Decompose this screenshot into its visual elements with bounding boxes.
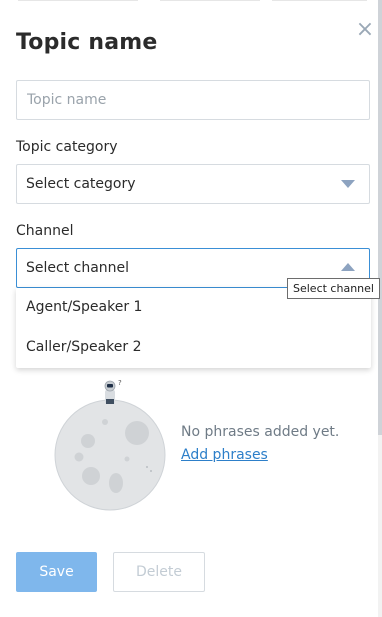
chevron-down-icon	[341, 180, 355, 188]
channel-tooltip: Select channel	[287, 278, 380, 299]
channel-option-label: Agent/Speaker 1	[26, 299, 143, 315]
scrollbar[interactable]	[378, 0, 382, 617]
close-icon[interactable]: ×	[355, 19, 375, 41]
scrollbar-thumb[interactable]	[378, 0, 382, 435]
channel-option-label: Caller/Speaker 2	[26, 339, 142, 355]
svg-text:?: ?	[118, 379, 122, 387]
category-select-value: Select category	[26, 176, 136, 192]
chevron-up-icon	[341, 263, 355, 271]
moon-astronaut-illustration: ?	[54, 379, 166, 511]
category-label: Topic category	[16, 139, 118, 155]
delete-button[interactable]: Delete	[113, 552, 205, 592]
category-select[interactable]: Select category	[16, 164, 370, 204]
empty-state-message: No phrases added yet.	[181, 424, 340, 440]
topic-name-input[interactable]	[16, 80, 370, 120]
channel-option-caller[interactable]: Caller/Speaker 2	[16, 328, 371, 368]
channel-label: Channel	[16, 223, 74, 239]
add-phrases-link[interactable]: Add phrases	[181, 447, 268, 463]
save-button[interactable]: Save	[16, 552, 97, 592]
channel-dropdown-menu: Agent/Speaker 1 Caller/Speaker 2	[16, 288, 371, 368]
page-title: Topic name	[16, 30, 158, 55]
channel-select-value: Select channel	[26, 260, 130, 276]
top-tab-strip	[0, 0, 382, 4]
